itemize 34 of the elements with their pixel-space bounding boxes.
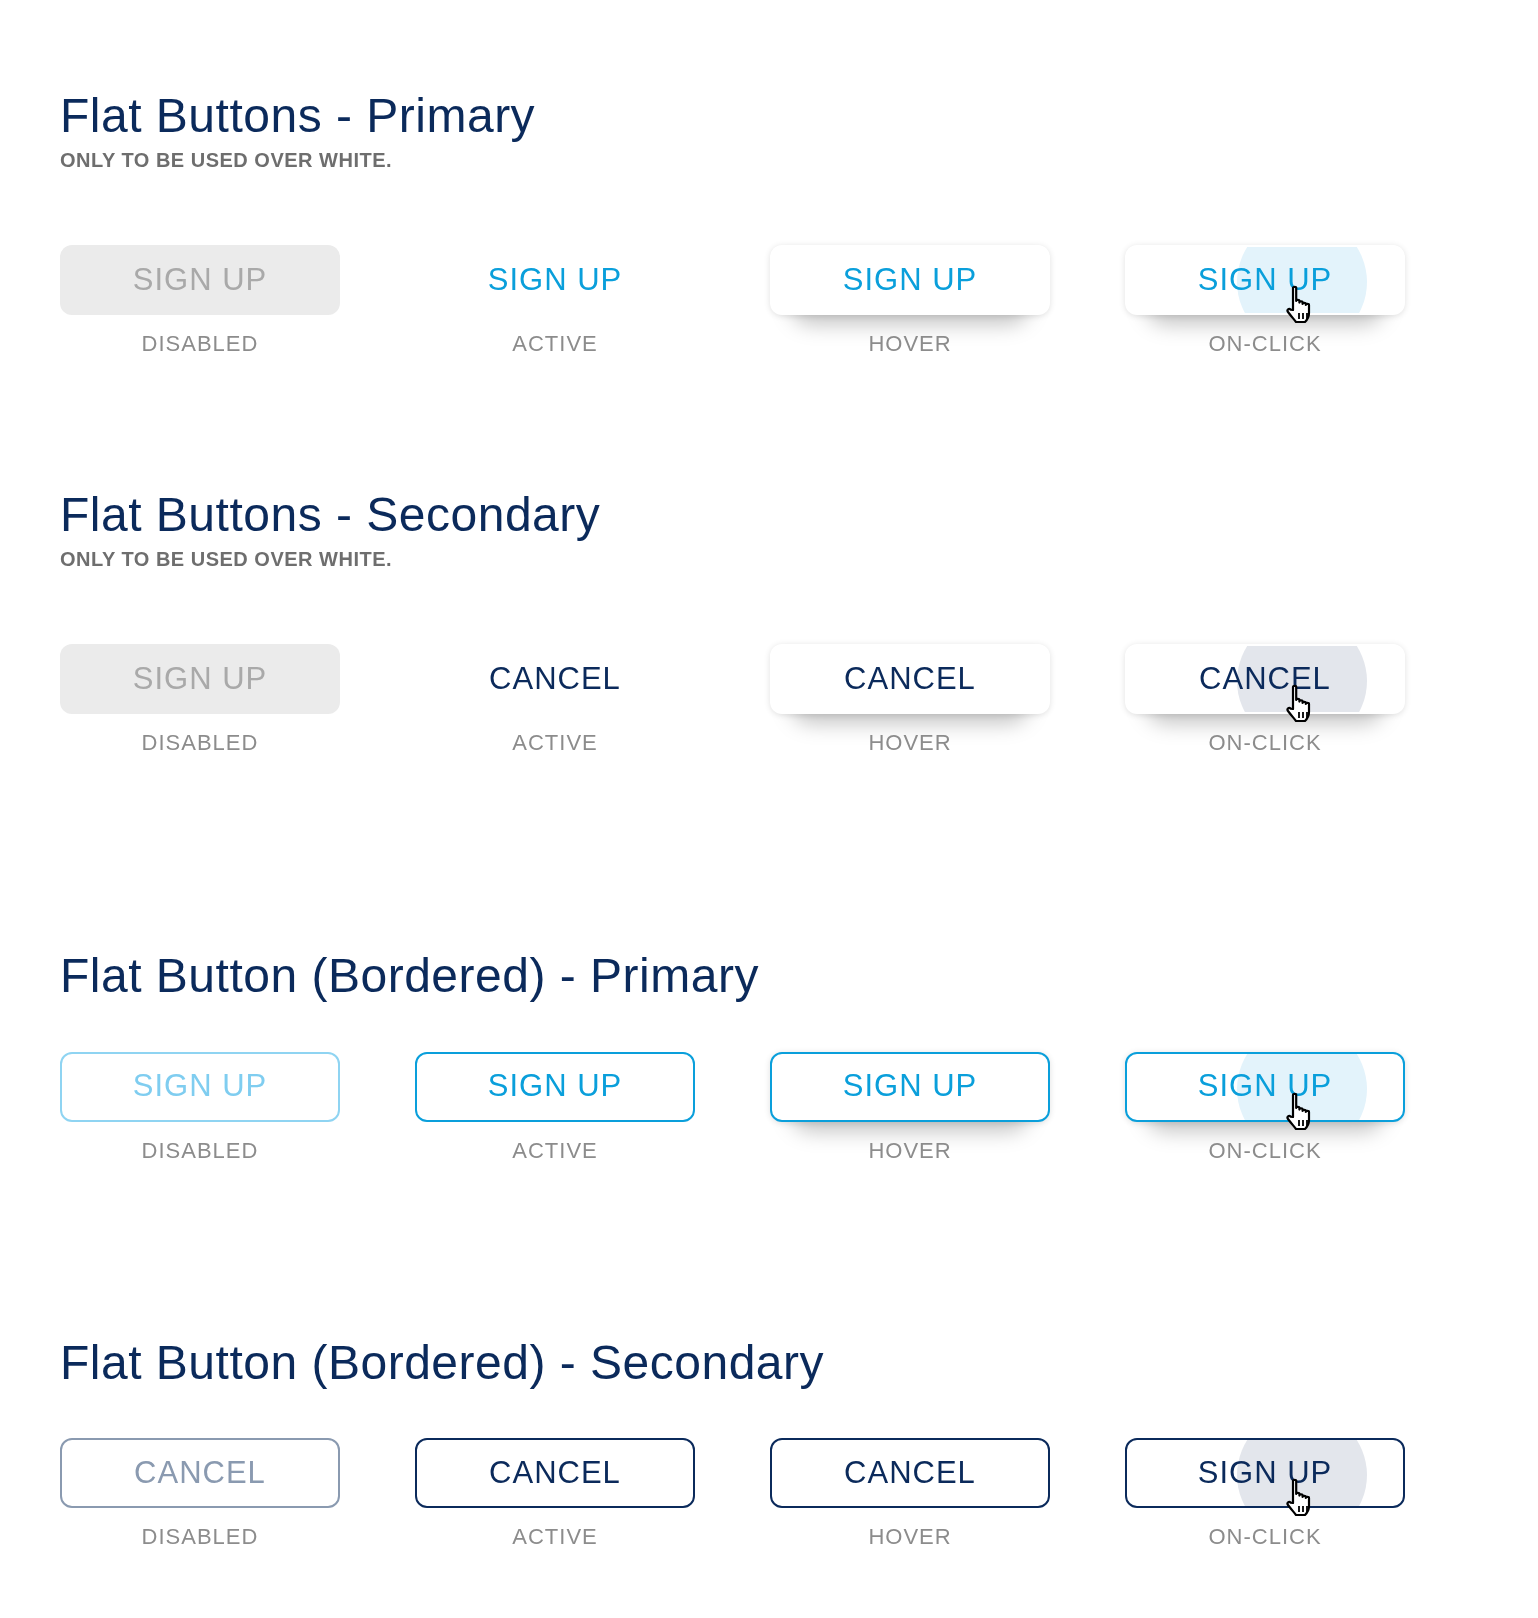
button[interactable]: CANCEL (770, 1437, 1050, 1508)
button[interactable]: CANCEL (415, 1437, 695, 1508)
button[interactable]: CANCEL (1125, 644, 1405, 715)
button[interactable]: SIGN UP (415, 1051, 695, 1122)
button[interactable]: SIGN UP (770, 245, 1050, 316)
state-caption: DISABLED (141, 1522, 259, 1551)
section-title: Flat Buttons - Primary (60, 88, 537, 144)
state-caption: ACTIVE (512, 330, 598, 359)
state-caption: ON-CLICK (1208, 1522, 1322, 1551)
state-caption: ACTIVE (512, 729, 598, 758)
section-title: Flat Button (Bordered) - Secondary (60, 1334, 826, 1390)
button[interactable]: SIGN UP (770, 1051, 1050, 1122)
state-caption: DISABLED (141, 729, 259, 758)
section-title: Flat Button (Bordered) - Primary (60, 948, 760, 1004)
state-caption: ACTIVE (512, 1136, 598, 1165)
button[interactable]: CANCEL (415, 644, 695, 715)
state-caption: HOVER (868, 1522, 952, 1551)
section-subtitle: ONLY TO BE USED OVER WHITE. (60, 148, 394, 174)
state-caption: ON-CLICK (1208, 729, 1322, 758)
state-caption: HOVER (868, 729, 952, 758)
state-caption: DISABLED (141, 330, 259, 359)
state-caption: ON-CLICK (1208, 1136, 1322, 1165)
state-caption: DISABLED (141, 1136, 259, 1165)
button[interactable]: SIGN UP (1125, 1051, 1405, 1122)
button[interactable]: SIGN UP (1125, 245, 1405, 316)
state-caption: ON-CLICK (1208, 330, 1322, 359)
button[interactable]: SIGN UP (415, 245, 695, 316)
button[interactable]: SIGN UP (1125, 1437, 1405, 1508)
state-caption: ACTIVE (512, 1522, 598, 1551)
section-title: Flat Buttons - Secondary (60, 487, 602, 543)
state-caption: HOVER (868, 330, 952, 359)
state-caption: HOVER (868, 1136, 952, 1165)
section-subtitle: ONLY TO BE USED OVER WHITE. (60, 547, 394, 573)
button[interactable]: CANCEL (770, 644, 1050, 715)
